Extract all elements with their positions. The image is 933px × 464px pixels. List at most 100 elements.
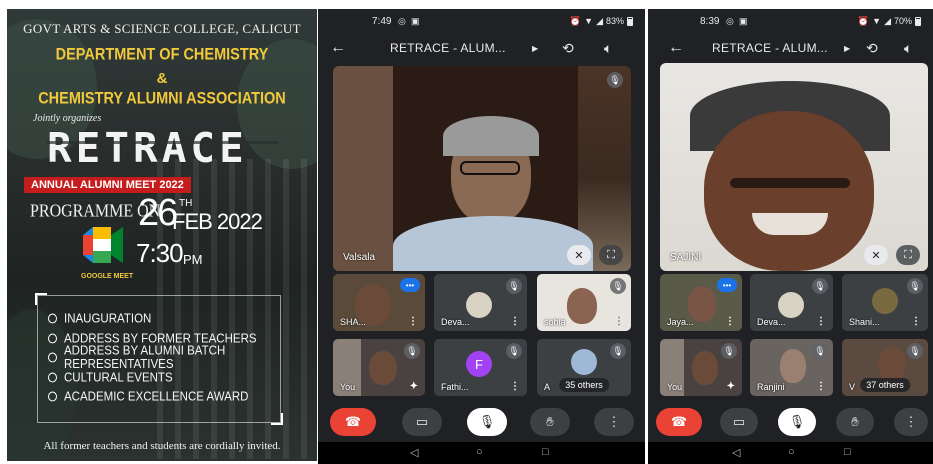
more-vert-icon[interactable]: ⋮ (408, 316, 418, 327)
participant-face (369, 351, 397, 385)
participant-tile[interactable]: 🎙︎ Ranjini ⋮ (750, 339, 833, 396)
status-time: 7:49 (372, 15, 392, 27)
agenda-item: INAUGURATION (48, 308, 317, 329)
caret-right-icon[interactable]: ▶ (844, 44, 850, 53)
raise-hand-icon[interactable]: ✋︎ (836, 408, 874, 436)
effects-icon[interactable]: ✦ (410, 381, 418, 392)
caret-right-icon[interactable]: ▶ (532, 44, 538, 53)
participant-hair (443, 116, 539, 156)
ampersand: & (156, 70, 168, 87)
main-participant-tile[interactable]: 🎙︎ Valsala ✕ ⛶ (333, 66, 631, 271)
bullet-icon (48, 372, 57, 383)
participant-tile[interactable]: 🎙︎ Deva... ⋮ (750, 274, 833, 331)
video-camera-icon[interactable]: ▭ (720, 408, 758, 436)
agenda-item: CULTURAL EVENTS (48, 367, 317, 388)
fullscreen-icon[interactable]: ⛶ (599, 245, 623, 265)
others-tile[interactable]: 🎙︎ V 37 others (842, 339, 928, 396)
participant-tile[interactable]: ••• SHA... ⋮ (333, 274, 425, 331)
participant-tile[interactable]: F 🎙︎ Fathi... ⋮ (434, 339, 527, 396)
speaking-indicator-icon: ••• (717, 278, 737, 292)
others-tile[interactable]: 🎙︎ A 35 others (537, 339, 631, 396)
battery-percent: 83% (605, 16, 624, 26)
speaker-icon[interactable]: 🔈︎ (604, 40, 612, 57)
main-participant-name: Valsala (343, 252, 376, 263)
participant-tile[interactable]: 🎙︎ sobia ⋮ (537, 274, 631, 331)
mic-off-icon[interactable]: 🎙︎ (778, 408, 816, 436)
nav-home-icon[interactable]: ○ (476, 446, 483, 458)
end-call-icon[interactable]: ☎ (656, 408, 702, 436)
more-vert-icon[interactable]: ⋮ (894, 408, 928, 436)
back-arrow-icon[interactable]: ← (330, 39, 346, 57)
back-arrow-icon[interactable]: ← (668, 39, 684, 57)
self-view-tile[interactable]: 🎙︎ You ✦ (660, 339, 742, 396)
camera-flip-icon[interactable]: ⟲ (562, 40, 574, 57)
nav-back-icon[interactable]: ◁ (410, 446, 418, 459)
mic-off-icon: 🎙︎ (506, 278, 522, 294)
mic-off-icon: 🎙︎ (404, 343, 420, 359)
more-vert-icon[interactable]: ⋮ (816, 316, 826, 327)
mute-participant-icon[interactable]: ✕ (567, 245, 591, 265)
participant-face (878, 347, 906, 381)
status-icons: ⏰ ▼ ◢ 83% (570, 16, 633, 27)
participant-glasses (460, 161, 520, 175)
signal-icon: ◢ (884, 15, 891, 26)
more-vert-icon[interactable]: ⋮ (614, 316, 624, 327)
agenda-list: INAUGURATION ADDRESS BY FORMER TEACHERS … (48, 309, 317, 407)
call-controls: ☎ ▭ 🎙︎ ✋︎ ⋮ (318, 408, 645, 436)
others-count[interactable]: 37 others (860, 378, 910, 392)
mic-off-icon: 🎙︎ (812, 278, 828, 294)
mute-participant-icon[interactable]: ✕ (864, 245, 888, 265)
participant-tile[interactable]: 🎙︎ Deva... ⋮ (434, 274, 527, 331)
department-name: DEPARTMENT OF CHEMISTRY (55, 45, 269, 65)
event-time: 7:30 (136, 238, 184, 268)
more-vert-icon[interactable]: ⋮ (510, 381, 520, 392)
mic-off-icon: 🎙︎ (812, 343, 828, 359)
end-call-icon[interactable]: ☎ (330, 408, 376, 436)
others-count[interactable]: 35 others (559, 378, 609, 392)
status-bar: 8:39 ◎ ▣ ⏰ ▼ ◢ 70% (648, 9, 933, 33)
more-vert-icon[interactable]: ⋮ (594, 408, 634, 436)
battery-icon (627, 16, 633, 26)
more-vert-icon[interactable]: ⋮ (911, 316, 921, 327)
video-camera-icon[interactable]: ▭ (402, 408, 442, 436)
camera-flip-icon[interactable]: ⟲ (866, 40, 878, 57)
status-icons: ⏰ ▼ ◢ 70% (858, 16, 921, 27)
raise-hand-icon[interactable]: ✋︎ (530, 408, 570, 436)
nav-back-icon[interactable]: ◁ (732, 446, 740, 459)
event-title: RETRACE (47, 124, 248, 172)
bullet-icon (48, 391, 57, 402)
participant-name: Shani... (849, 317, 880, 327)
participant-name: SHA... (340, 317, 367, 327)
nav-recents-icon[interactable]: □ (844, 446, 851, 458)
participant-name: You (340, 382, 356, 392)
more-vert-icon[interactable]: ⋮ (725, 316, 735, 327)
participant-tile[interactable]: 🎙︎ Shani... ⋮ (842, 274, 928, 331)
participant-name: Deva... (757, 317, 786, 327)
meeting-title[interactable]: RETRACE - ALUM... (712, 41, 828, 55)
status-bar: 7:49 ◎ ▣ ⏰ ▼ ◢ 83% (318, 9, 645, 33)
participant-face (780, 349, 806, 383)
more-vert-icon[interactable]: ⋮ (510, 316, 520, 327)
bullet-icon (48, 333, 57, 344)
participant-face (704, 111, 874, 271)
meeting-title[interactable]: RETRACE - ALUM... (390, 41, 506, 55)
main-participant-tile[interactable]: SAJINI ✕ ⛶ (660, 63, 928, 271)
nav-recents-icon[interactable]: □ (542, 446, 549, 458)
participant-avatar (466, 292, 492, 318)
participant-tile[interactable]: ••• Jaya... ⋮ (660, 274, 742, 331)
participant-face (692, 351, 718, 385)
participant-name: sobia (544, 317, 566, 327)
title-stripe (47, 141, 279, 144)
more-vert-icon[interactable]: ⋮ (816, 381, 826, 392)
meeting-app-bar: ← RETRACE - ALUM... ▶ ⟲ 🔈︎ (648, 37, 933, 59)
self-view-tile[interactable]: 🎙︎ You ✦ (333, 339, 425, 396)
fullscreen-icon[interactable]: ⛶ (896, 245, 920, 265)
participant-avatar (571, 349, 597, 375)
event-date-suffix: TH (179, 198, 193, 209)
mic-off-icon[interactable]: 🎙︎ (467, 408, 507, 436)
effects-icon[interactable]: ✦ (727, 381, 735, 392)
mic-off-icon: 🎙︎ (907, 343, 923, 359)
participant-avatar (778, 292, 804, 318)
speaker-icon[interactable]: 🔈︎ (904, 40, 912, 57)
nav-home-icon[interactable]: ○ (788, 446, 795, 458)
